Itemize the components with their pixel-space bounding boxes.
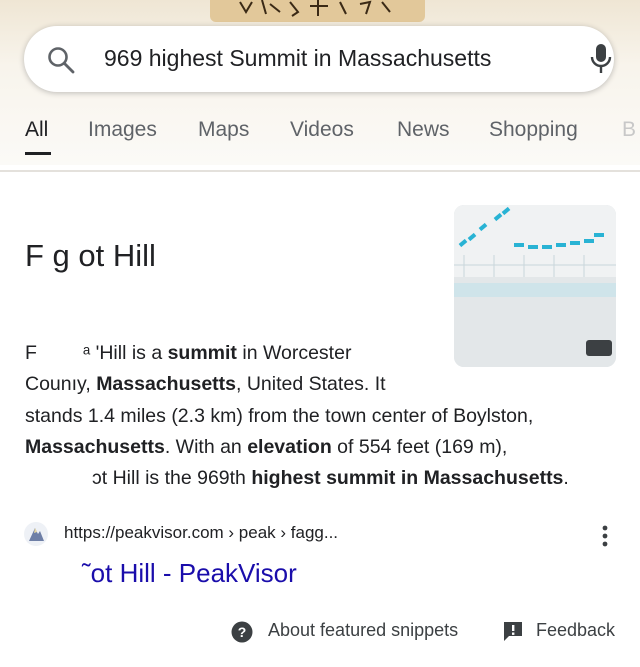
search-box[interactable]: 969 highest Summit in Massachusetts: [24, 26, 614, 92]
snippet-line-5: ɔt Hill is the 969th highest summit in M…: [92, 467, 569, 489]
featured-title: F g ot Hill: [25, 238, 156, 273]
search-tabs: All Images Maps Videos News Shopping B: [0, 118, 640, 158]
feedback-link[interactable]: Feedback: [536, 620, 615, 641]
tabs-divider: [0, 170, 640, 172]
site-favicon-icon: [24, 522, 48, 546]
google-doodle[interactable]: [210, 0, 425, 22]
tab-maps[interactable]: Maps: [198, 118, 249, 142]
snippet-line-3: stands 1.4 miles (2.3 km) from the town …: [25, 405, 534, 427]
help-icon[interactable]: ?: [231, 621, 253, 643]
svg-text:?: ?: [238, 624, 247, 640]
tab-shopping[interactable]: Shopping: [489, 118, 578, 142]
source-url[interactable]: https://peakvisor.com › peak › fagg...: [64, 523, 338, 543]
result-title-link[interactable]: ˜ot Hill - PeakVisor: [82, 558, 297, 589]
about-featured-snippets-link[interactable]: About featured snippets: [268, 620, 458, 641]
feedback-icon[interactable]: [502, 620, 524, 642]
snippet-line-4: Massachusetts. With an elevation of 554 …: [25, 436, 508, 458]
tab-books[interactable]: B: [622, 118, 636, 142]
active-tab-indicator: [25, 152, 51, 155]
microphone-icon[interactable]: [589, 42, 613, 76]
snippet-line-2: Counıy, Massachusetts, United States. It: [25, 373, 386, 395]
search-icon[interactable]: [46, 45, 76, 75]
tab-videos[interactable]: Videos: [290, 118, 354, 142]
snippet-line-1: Fᵃ 'Hill is a summit in Worcester: [25, 342, 352, 364]
more-options-icon[interactable]: [602, 524, 608, 548]
tab-images[interactable]: Images: [88, 118, 157, 142]
tab-news[interactable]: News: [397, 118, 450, 142]
tab-all[interactable]: All: [25, 118, 48, 142]
search-query[interactable]: 969 highest Summit in Massachusetts: [104, 45, 491, 72]
